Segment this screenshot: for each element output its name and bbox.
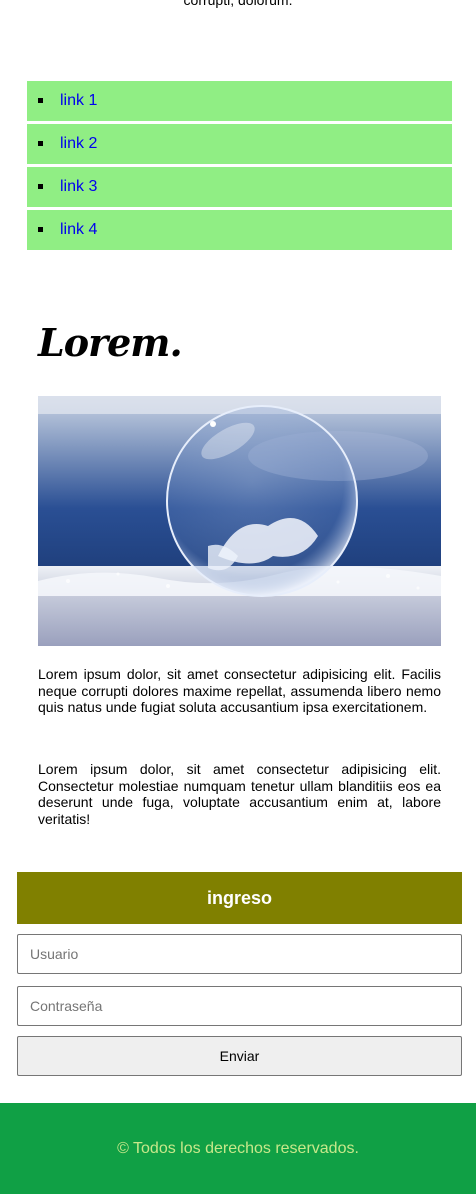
submit-button[interactable]: Enviar xyxy=(17,1036,462,1076)
login-heading: ingreso xyxy=(17,872,462,924)
article-title: Lorem. xyxy=(38,320,183,365)
frozen-bubble-image xyxy=(38,396,441,646)
link-4[interactable]: link 4 xyxy=(60,221,97,239)
bullet-icon xyxy=(38,141,43,146)
nav-item-4: link 4 xyxy=(27,210,452,250)
nav-item-3: link 3 xyxy=(27,167,452,207)
link-1[interactable]: link 1 xyxy=(60,92,97,110)
bullet-icon xyxy=(38,98,43,103)
username-field[interactable] xyxy=(17,934,462,974)
nav-item-1: link 1 xyxy=(27,81,452,121)
link-3[interactable]: link 3 xyxy=(60,178,97,196)
bullet-icon xyxy=(38,227,43,232)
link-list: link 1 link 2 link 3 link 4 xyxy=(27,81,452,253)
password-field[interactable] xyxy=(17,986,462,1026)
footer: © Todos los derechos reservados. xyxy=(0,1103,476,1194)
nav-item-2: link 2 xyxy=(27,124,452,164)
article-paragraph-2: Lorem ipsum dolor, sit amet consectetur … xyxy=(38,761,441,827)
truncated-top-text: corrupti, dolorum. xyxy=(183,0,293,8)
login-form: ingreso Enviar xyxy=(17,872,462,1076)
article-paragraph-1: Lorem ipsum dolor, sit amet consectetur … xyxy=(38,666,441,715)
bullet-icon xyxy=(38,184,43,189)
link-2[interactable]: link 2 xyxy=(60,135,97,153)
footer-text: © Todos los derechos reservados. xyxy=(117,1139,359,1157)
